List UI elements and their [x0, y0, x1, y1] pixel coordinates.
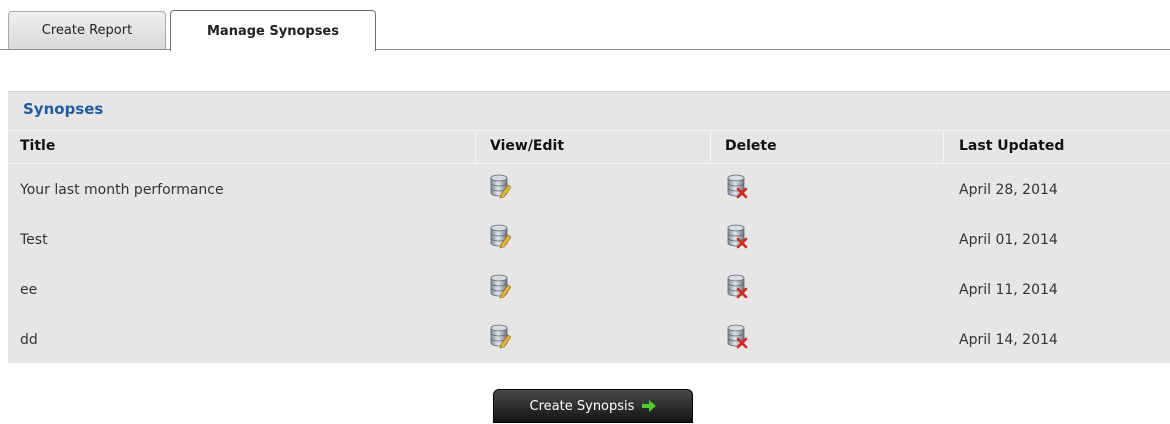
column-separator	[710, 130, 711, 162]
database-delete-icon[interactable]	[726, 173, 748, 199]
column-separator	[943, 130, 944, 162]
panel-title: Synopses	[23, 100, 104, 118]
synopsis-title: Your last month performance	[20, 182, 224, 198]
tab-create-report[interactable]: Create Report	[8, 11, 166, 49]
synopses-panel: Synopses Title View/Edit Delete Last Upd…	[8, 91, 1170, 363]
column-header-delete: Delete	[725, 138, 777, 154]
column-header-view-edit: View/Edit	[490, 138, 565, 154]
table-row: Test April 01, 2014	[8, 214, 1170, 264]
database-edit-icon[interactable]	[489, 273, 511, 299]
tab-bar: Create Report Manage Synopses	[0, 0, 1170, 51]
table-row: Your last month performance April 28, 20…	[8, 164, 1170, 214]
database-edit-icon[interactable]	[489, 173, 511, 199]
database-edit-icon[interactable]	[489, 323, 511, 349]
synopsis-title: ee	[20, 282, 38, 298]
column-header-title: Title	[20, 138, 56, 154]
database-delete-icon[interactable]	[726, 323, 748, 349]
database-delete-icon[interactable]	[726, 273, 748, 299]
last-updated-date: April 14, 2014	[959, 332, 1058, 348]
column-separator	[475, 130, 476, 162]
create-synopsis-label: Create Synopsis	[529, 398, 635, 414]
database-edit-icon[interactable]	[489, 223, 511, 249]
column-header-last-updated: Last Updated	[959, 138, 1065, 154]
last-updated-date: April 01, 2014	[959, 232, 1058, 248]
table-row: ee April 11, 2014	[8, 264, 1170, 314]
table-row: dd April 14, 2014	[8, 314, 1170, 364]
synopsis-title: dd	[20, 332, 38, 348]
last-updated-date: April 11, 2014	[959, 282, 1058, 298]
tab-manage-synopses[interactable]: Manage Synopses	[170, 10, 376, 51]
create-synopsis-button[interactable]: Create Synopsis	[493, 389, 693, 423]
database-delete-icon[interactable]	[726, 223, 748, 249]
arrow-right-icon	[642, 400, 657, 412]
synopsis-title: Test	[20, 232, 48, 248]
last-updated-date: April 28, 2014	[959, 182, 1058, 198]
